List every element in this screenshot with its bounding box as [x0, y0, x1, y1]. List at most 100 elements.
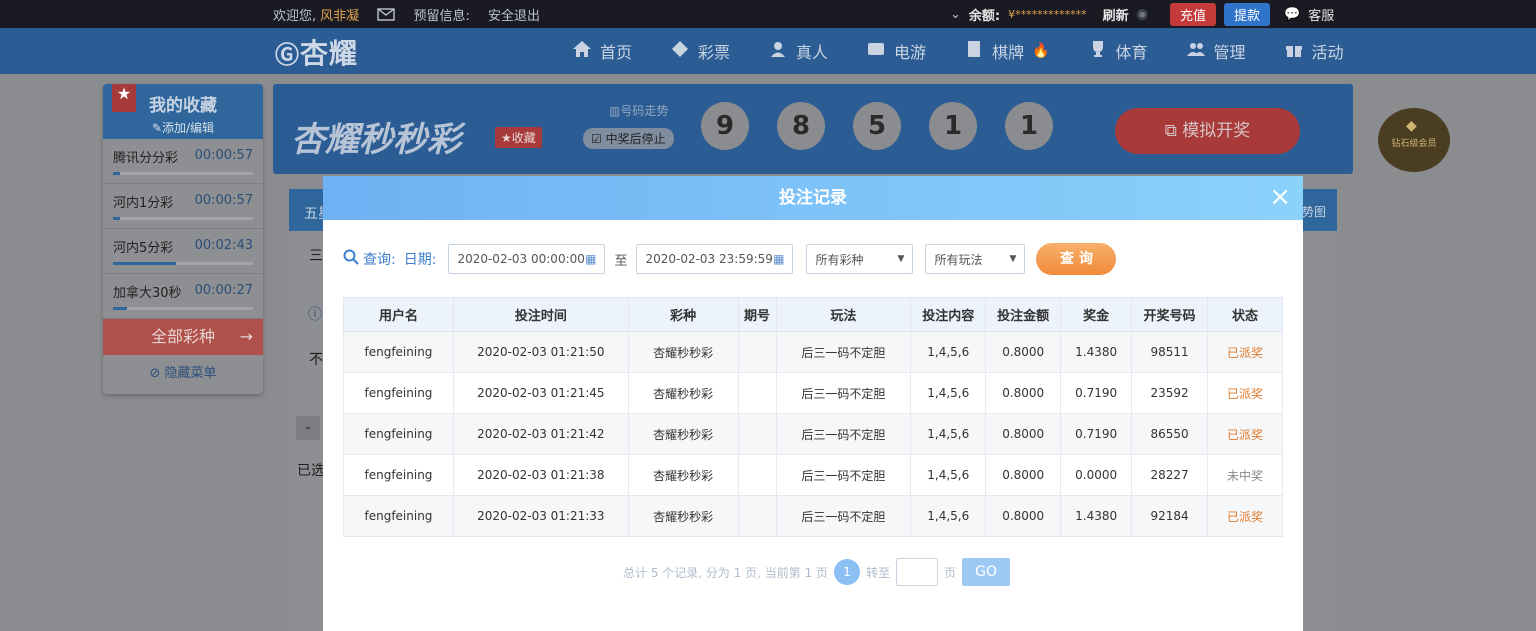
draw-ball: 5 [853, 102, 901, 150]
balance-label: 余额: [968, 9, 1001, 24]
badge-label: 钻石级会员 [1391, 139, 1437, 149]
favorite-countdown: 00:00:57 [194, 148, 253, 163]
favorite-item[interactable]: 腾讯分分彩 00:00:57 [103, 139, 263, 184]
favorite-name: 加拿大30秒 [113, 286, 182, 301]
service-link[interactable]: 客服 [1308, 5, 1334, 24]
date-to-input[interactable]: 2020-02-03 23:59:59 ▦ [636, 244, 794, 274]
chevron-down-icon[interactable]: ⌄ [950, 7, 961, 22]
stop-after-win-checkbox[interactable]: ☑ 中奖后停止 [583, 128, 674, 149]
pencil-icon: ✎ [151, 121, 162, 135]
nav-label: 彩票 [698, 43, 731, 62]
nav-slots[interactable]: 电游 [866, 39, 926, 63]
trend-label: 号码走势 [620, 104, 669, 118]
go-button[interactable]: GO [962, 558, 1011, 586]
cell-prize: 1.4380 [1060, 495, 1133, 537]
column-header: 状态 [1207, 297, 1283, 332]
table-row[interactable]: fengfeining 2020-02-03 01:21:50 杏耀秒秒彩 后三… [343, 331, 1283, 373]
cell-number: 28227 [1131, 454, 1209, 496]
edit-label: 添加/编辑 [162, 121, 215, 135]
favorite-name: 腾讯分分彩 [113, 151, 179, 166]
cell-lottery: 杏耀秒秒彩 [627, 495, 739, 537]
eye-icon[interactable]: ◉ [1137, 7, 1148, 22]
query-button[interactable]: 查 询 [1036, 243, 1117, 275]
home-icon [572, 39, 592, 63]
nav-manage[interactable]: 管理 [1186, 39, 1246, 63]
calendar-icon[interactable]: ▦ [773, 252, 784, 266]
draw-balls: 9 8 5 1 1 [701, 102, 1053, 150]
cell-content: 1,4,5,6 [910, 372, 987, 414]
main-nav: Ⓖ杏耀 首页 彩票 真人 电游 棋牌 🔥 体育 管理 活动 [0, 28, 1536, 74]
simulate-draw-button[interactable]: ⧉ 模拟开奖 [1115, 108, 1300, 154]
column-header: 投注时间 [452, 297, 629, 332]
cell-lottery: 杏耀秒秒彩 [627, 413, 739, 455]
username-link[interactable]: 风非凝 [320, 9, 359, 24]
pager-summary: 总计 5 个记录, 分为 1 页, 当前第 1 页 [623, 565, 829, 580]
table-row[interactable]: fengfeining 2020-02-03 01:21:42 杏耀秒秒彩 后三… [343, 413, 1283, 455]
favorite-item[interactable]: 河内5分彩 00:02:43 [103, 229, 263, 274]
gem-icon: ◆ [1406, 118, 1417, 134]
cell-time: 2020-02-03 01:21:42 [452, 413, 629, 455]
all-lotteries-button[interactable]: 全部彩种 → [103, 319, 263, 355]
calendar-icon[interactable]: ▦ [585, 252, 596, 266]
favorite-button[interactable]: ★收藏 [495, 127, 542, 148]
status-badge: 已派奖 [1207, 495, 1283, 537]
page-jump-input[interactable] [896, 558, 939, 586]
table-row[interactable]: fengfeining 2020-02-03 01:21:45 杏耀秒秒彩 后三… [343, 372, 1283, 414]
draw-ball: 8 [777, 102, 825, 150]
search-icon [343, 249, 359, 269]
date-label: 日期: [403, 252, 437, 268]
hide-menu-button[interactable]: ⊘ 隐藏菜单 [103, 355, 263, 393]
cell-issue [737, 454, 777, 496]
date-from-input[interactable]: 2020-02-03 00:00:00 ▦ [448, 244, 606, 274]
lottery-title: 杏耀秒秒彩 [291, 120, 461, 160]
rule-fragment: 不 [309, 352, 323, 368]
bet-records-table: 用户名 投注时间 彩种 期号 玩法 投注内容 投注金额 奖金 开奖号码 状态 f… [343, 297, 1283, 537]
site-logo[interactable]: Ⓖ杏耀 [275, 32, 358, 72]
cell-lottery: 杏耀秒秒彩 [627, 372, 739, 414]
cell-lottery: 杏耀秒秒彩 [627, 331, 739, 373]
cell-issue [737, 331, 777, 373]
favorites-edit-link[interactable]: ✎添加/编辑 [103, 119, 263, 136]
chat-icon[interactable]: 💬 [1284, 7, 1300, 22]
nav-label: 真人 [796, 43, 829, 62]
decrement-button[interactable]: - [296, 416, 320, 440]
table-row[interactable]: fengfeining 2020-02-03 01:21:38 杏耀秒秒彩 后三… [343, 454, 1283, 496]
close-icon[interactable]: × [1269, 176, 1291, 218]
favorite-item[interactable]: 河内1分彩 00:00:57 [103, 184, 263, 229]
modal-title: 投注记录 [779, 188, 847, 208]
lottery-select-value: 所有彩种 [815, 252, 864, 267]
users-icon [1186, 39, 1206, 63]
cell-time: 2020-02-03 01:21:33 [452, 495, 629, 537]
nav-promo[interactable]: 活动 [1284, 39, 1344, 63]
favorite-item[interactable]: 加拿大30秒 00:00:27 [103, 274, 263, 319]
chart-icon: ▥ [609, 104, 621, 118]
play-select[interactable]: 所有玩法 ▼ [925, 244, 1026, 274]
page-number-current[interactable]: 1 [834, 559, 861, 585]
withdraw-button[interactable]: 提款 [1223, 3, 1270, 26]
mail-icon[interactable] [377, 8, 395, 25]
status-badge: 已派奖 [1207, 372, 1283, 414]
reserved-info-label: 预留信息: [413, 9, 470, 24]
lottery-select[interactable]: 所有彩种 ▼ [806, 244, 914, 274]
nav-live[interactable]: 真人 [768, 39, 828, 63]
nav-label: 管理 [1213, 43, 1246, 62]
table-row[interactable]: fengfeining 2020-02-03 01:21:33 杏耀秒秒彩 后三… [343, 495, 1283, 537]
hide-menu-label: 隐藏菜单 [164, 366, 217, 381]
cell-play: 后三一码不定胆 [775, 331, 912, 373]
favorite-name: 河内1分彩 [113, 196, 174, 211]
draw-ball: 1 [929, 102, 977, 150]
number-trend-link[interactable]: ▥号码走势 [609, 102, 668, 119]
cell-user: fengfeining [343, 495, 454, 537]
cell-user: fengfeining [343, 331, 454, 373]
nav-cards[interactable]: 棋牌 🔥 [964, 39, 1050, 63]
refresh-button[interactable]: 刷新 [1103, 5, 1129, 24]
recharge-button[interactable]: 充值 [1169, 3, 1216, 26]
nav-home[interactable]: 首页 [572, 39, 632, 63]
trophy-icon [1088, 39, 1108, 63]
cell-time: 2020-02-03 01:21:45 [452, 372, 629, 414]
favorite-name: 河内5分彩 [113, 241, 174, 256]
nav-sports[interactable]: 体育 [1088, 39, 1148, 63]
logout-link[interactable]: 安全退出 [488, 9, 540, 24]
trend-chart-fragment[interactable]: 势图 [1302, 203, 1326, 220]
nav-lottery[interactable]: 彩票 [670, 39, 730, 63]
